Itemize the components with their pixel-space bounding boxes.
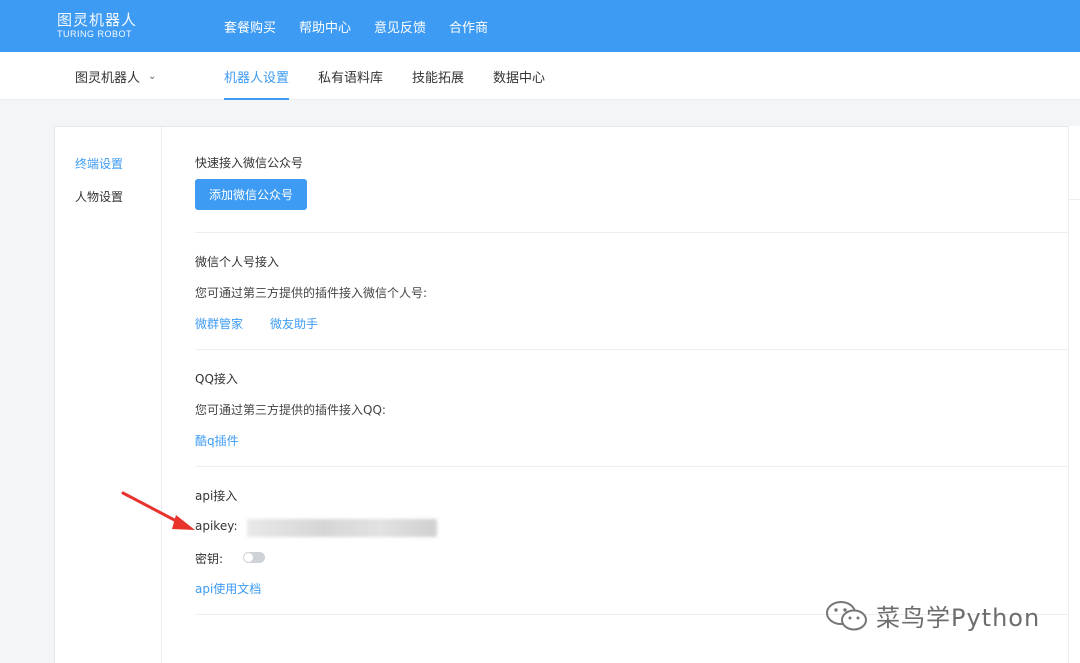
sidebar-item-terminal[interactable]: 终端设置 [75,155,123,172]
chevron-down-icon: ⌄ [148,70,157,82]
section-desc: 您可通过第三方提供的插件接入QQ: [195,403,386,417]
nav-item-feedback[interactable]: 意见反馈 [374,17,426,36]
side-menu: 终端设置 人物设置 [55,127,162,663]
link-api-docs[interactable]: api使用文档 [195,580,261,597]
nav-item-help[interactable]: 帮助中心 [299,17,351,36]
sub-tabs: 机器人设置 私有语料库 技能拓展 数据中心 [224,52,574,100]
top-nav: 套餐购买 帮助中心 意见反馈 合作商 [224,0,511,52]
divider [1069,199,1080,200]
logo-text-cn: 图灵机器人 [57,11,138,29]
wechat-icon [826,600,867,630]
tab-robot-settings[interactable]: 机器人设置 [224,52,290,100]
top-navbar: 图灵机器人 TURING ROBOT 套餐购买 帮助中心 意见反馈 合作商 [0,0,1080,52]
logo-text-en: TURING ROBOT [57,29,132,39]
add-wechat-official-button[interactable]: 添加微信公众号 [195,179,307,210]
section-title: 微信个人号接入 [195,255,280,269]
watermark-text: 菜鸟学Python [876,604,1041,632]
section-api: api接入 [195,467,1075,615]
section-wechat-official: 快速接入微信公众号 添加微信公众号 [195,127,1075,233]
section-desc: 您可通过第三方提供的插件接入微信个人号: [195,286,428,300]
apikey-label: apikey: [195,519,238,533]
watermark: 菜鸟学Python [824,598,1040,633]
secret-label: 密钥: [195,552,224,566]
settings-card: 终端设置 人物设置 快速接入微信公众号 添加微信公众号 微信个人号接入 您可通过… [54,126,1080,663]
nav-item-package[interactable]: 套餐购买 [224,17,276,36]
robot-name: 图灵机器人 [75,70,141,86]
link-weiqun-manager[interactable]: 微群管家 [195,315,243,332]
robot-selector[interactable]: 图灵机器人 ⌄ [75,52,156,100]
link-weiyou-assistant[interactable]: 微友助手 [270,315,318,332]
tab-data-center[interactable]: 数据中心 [493,52,545,100]
section-title: QQ接入 [195,372,238,386]
sub-navbar: 图灵机器人 ⌄ 机器人设置 私有语料库 技能拓展 数据中心 [0,52,1080,100]
right-panel-edge [1068,126,1080,663]
section-qq: QQ接入 您可通过第三方提供的插件接入QQ: 酷q插件 [195,350,1075,467]
tab-private-corpus[interactable]: 私有语料库 [318,52,383,100]
section-title: api接入 [195,489,238,503]
tab-skill-extension[interactable]: 技能拓展 [412,52,464,100]
annotation-arrow-icon [121,491,195,530]
section-wechat-personal: 微信个人号接入 您可通过第三方提供的插件接入微信个人号: 微群管家 微友助手 [195,233,1075,350]
brand-logo[interactable]: 图灵机器人 TURING ROBOT [57,13,137,39]
section-title: 快速接入微信公众号 [195,156,304,170]
sidebar-item-persona[interactable]: 人物设置 [75,188,123,205]
link-coolq-plugin[interactable]: 酷q插件 [195,432,239,449]
nav-item-partners[interactable]: 合作商 [449,17,488,36]
apikey-value-redacted [247,519,437,537]
secret-toggle[interactable] [243,552,265,563]
